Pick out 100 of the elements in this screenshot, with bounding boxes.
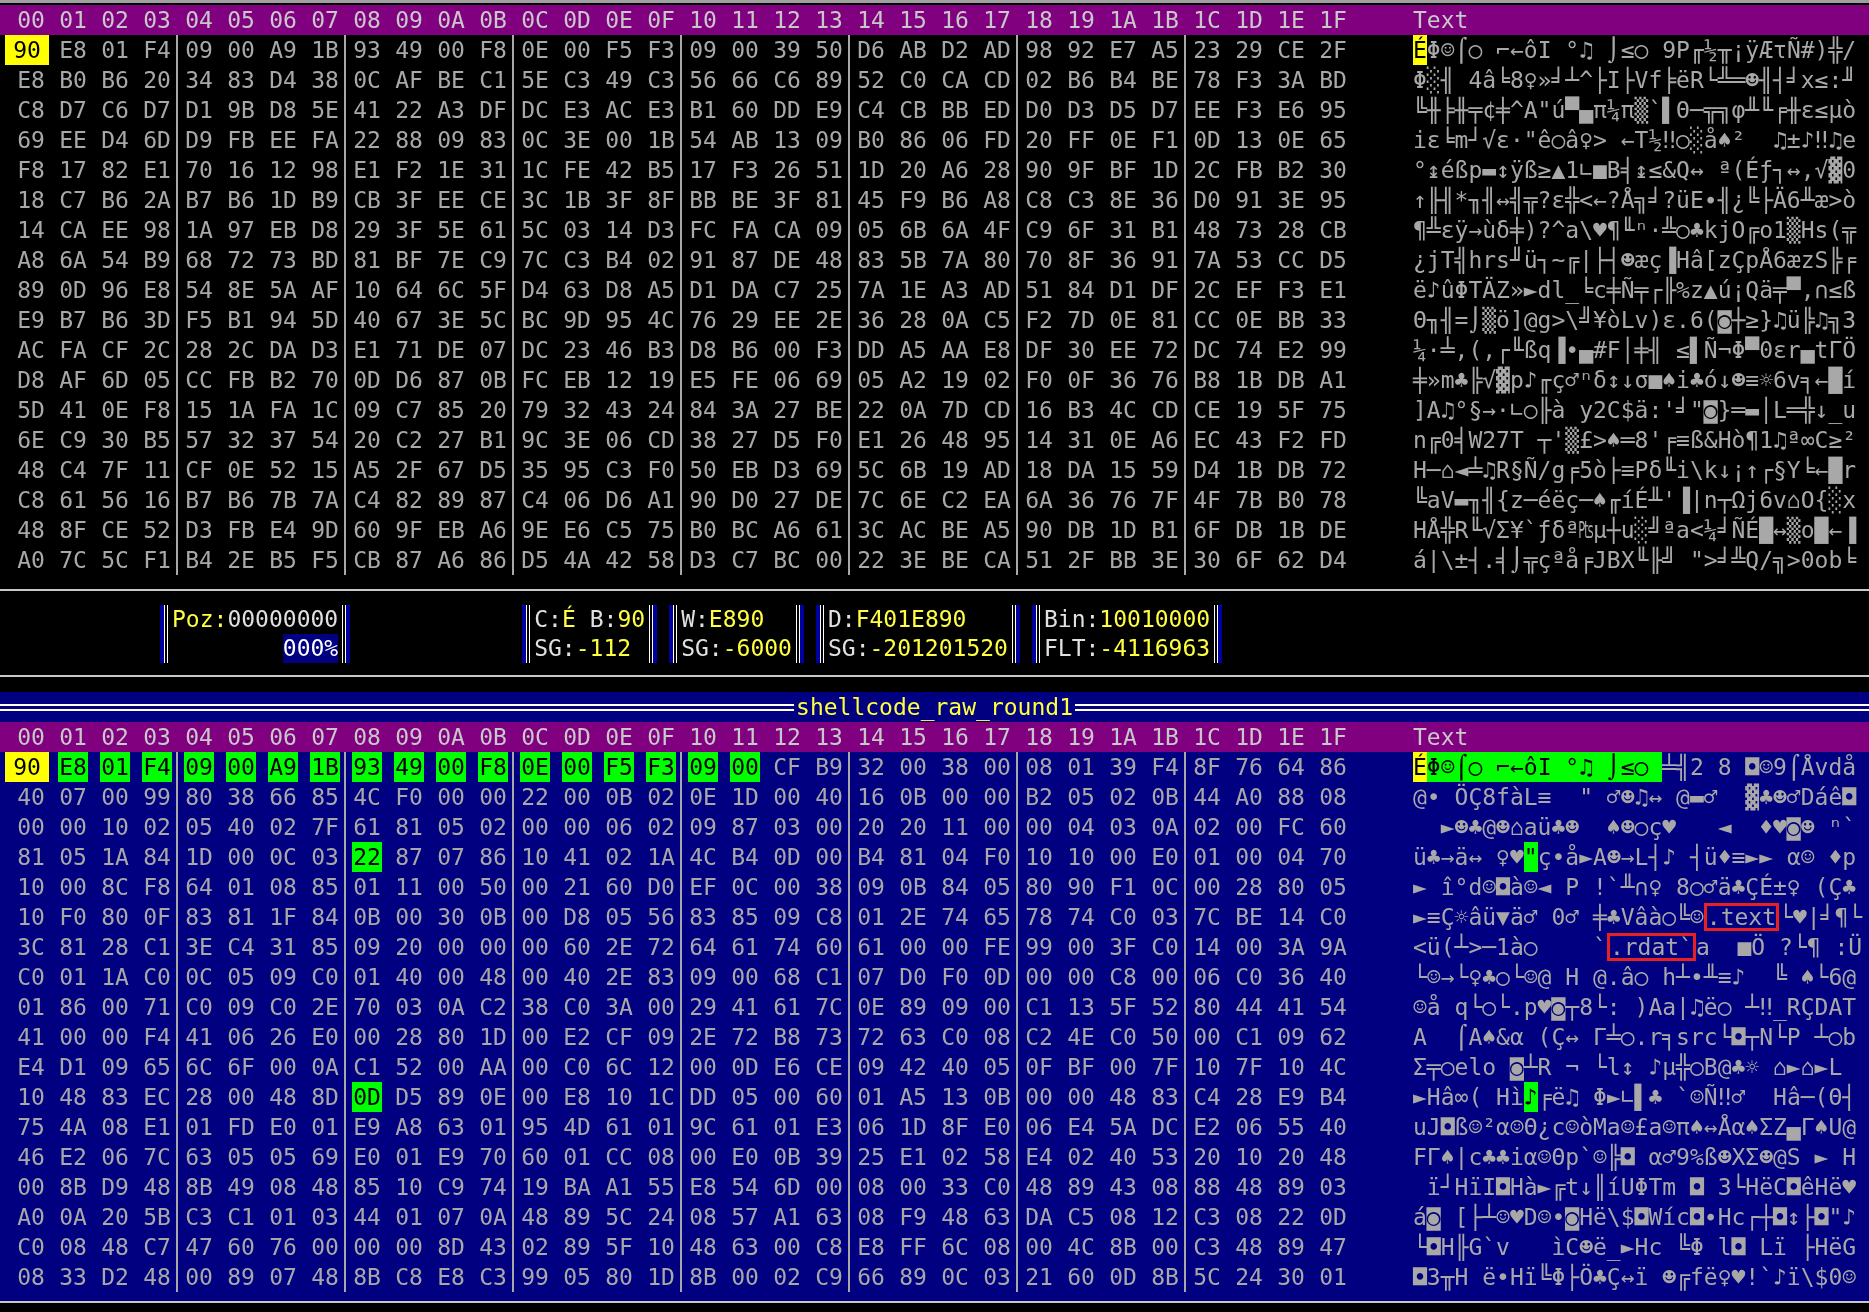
hex-cell-text: 40 (394, 963, 424, 992)
hex-cell-text: 03 (1318, 1173, 1348, 1202)
hex-cell-text: 3A (1276, 933, 1306, 962)
hex-cell-text: A5 (898, 336, 928, 365)
hex-cell-text: F5 (184, 306, 214, 335)
hex-cell-text: 81 (16, 843, 46, 872)
hex-cell-text: F3 (730, 156, 760, 185)
hex-cell-text: 70 (478, 1143, 508, 1172)
hex-cell-text: F8 (478, 36, 508, 65)
hex-cell-text: 0B (352, 903, 382, 932)
hex-cell-text: B6 (100, 66, 130, 95)
column-header: 04 (184, 6, 214, 35)
hex-cell-text: C3 (1192, 1233, 1222, 1262)
hex-cell-text: 8D (436, 1233, 466, 1262)
hex-cell-text: 00 (1108, 843, 1138, 872)
hex-cell-text: 53 (1150, 1143, 1180, 1172)
hex-cell-text: 2E (310, 993, 340, 1022)
hex-cell-text: 9C (520, 426, 550, 455)
hex-cell-text: F0 (940, 963, 970, 992)
hex-cell-text: 6E (898, 486, 928, 515)
hex-cell-text: 98 (310, 156, 340, 185)
hex-cell-text: F2 (1024, 306, 1054, 335)
hex-cell-text: DE (1318, 516, 1348, 545)
hex-cell-text: C4 (520, 486, 550, 515)
hex-cell-text: E1 (352, 336, 382, 365)
hex-cell-text: 92 (1066, 36, 1096, 65)
hex-cell-text: 41 (58, 396, 88, 425)
hex-cell-text: DC (1192, 336, 1222, 365)
hex-cell-text: 01 (352, 963, 382, 992)
hex-cell-text: 00 (100, 1023, 130, 1052)
hex-cell-text: C8 (16, 96, 46, 125)
hex-cell-text: 00 (310, 1233, 340, 1262)
hex-cell-text: 16 (1024, 396, 1054, 425)
hex-cell-text: 1A (100, 843, 130, 872)
hex-cell-text: 9B (226, 96, 256, 125)
hex-cell-text: 4C (1108, 396, 1138, 425)
column-header: 17 (982, 723, 1012, 752)
hex-cell-text: 9D (562, 306, 592, 335)
column-header: 1D (1234, 723, 1264, 752)
hex-cell-text: 00 (436, 36, 466, 65)
hex-cell-text: 00 (982, 993, 1012, 1022)
hex-cell-text: 02 (520, 1233, 550, 1262)
hex-cell-text: 88 (394, 126, 424, 155)
text-line: ╚aV▬╖╢{z─éëç─♠╓íÉ╨'▐|n┬Ωj6v⌂O{░x (1413, 485, 1857, 515)
column-header: 08 (352, 6, 382, 35)
hex-cell-text: 0D (352, 366, 382, 395)
hex-cell-text: 3E (562, 426, 592, 455)
hex-cell-text: 36 (1276, 963, 1306, 992)
hex-cell: 93 (352, 752, 382, 782)
hex-cell-text: 06 (856, 1113, 886, 1142)
hex-cell-text: 5D (16, 396, 46, 425)
hex-cell-text: CF (772, 753, 802, 782)
hex-cell-text: A8 (982, 186, 1012, 215)
hex-cell-text: 25 (856, 1143, 886, 1172)
hex-cell-text: D1 (184, 96, 214, 125)
column-header: 10 (688, 6, 718, 35)
hex-cell-text: A1 (1318, 366, 1348, 395)
column-header: 14 (856, 723, 886, 752)
hex-cell-text: 38 (520, 993, 550, 1022)
hex-cell-text: 60 (814, 1083, 844, 1112)
hex-cell-text: 6F (1192, 516, 1222, 545)
hex-cell-text: CE (1192, 396, 1222, 425)
hex-cell-text: 01 (646, 1113, 676, 1142)
hex-cell-text: D6 (394, 366, 424, 395)
hex-cell-text: 97 (226, 216, 256, 245)
hex-cell-text: 0F (142, 903, 172, 932)
hex-cell-text: F1 (1150, 126, 1180, 155)
hex-cell-text: 27 (730, 426, 760, 455)
hex-cell-text: EA (982, 486, 1012, 515)
hex-cell-text: E0 (982, 1113, 1012, 1142)
hex-cell-text: 44 (1234, 993, 1264, 1022)
hex-cell-text: 27 (772, 396, 802, 425)
hex-cell-text: 80 (1276, 873, 1306, 902)
hex-cell-text: F5 (310, 546, 340, 575)
hex-cell-text: 3A (1276, 66, 1306, 95)
hex-cell-text: A9 (268, 36, 298, 65)
hex-cell-text: 09 (100, 1053, 130, 1082)
hex-cell-text: 1B (1234, 456, 1264, 485)
hex-cell: F3 (646, 752, 676, 782)
hex-cell-text: BE (1234, 903, 1264, 932)
hex-cell-text: 89 (1276, 1173, 1306, 1202)
hex-cell-text: 13 (772, 126, 802, 155)
hex-cell-text: C7 (772, 276, 802, 305)
hex-cell-text: 71 (142, 993, 172, 1022)
hex-cell-text: 00 (646, 993, 676, 1022)
hex-cell-text: 70 (352, 993, 382, 1022)
hex-cell-text: 0D (1108, 1263, 1138, 1292)
column-header: 0E (604, 6, 634, 35)
hex-cell-text: C0 (940, 1023, 970, 1052)
hex-cell-text: 26 (898, 426, 928, 455)
hex-cell-text: 28 (1234, 873, 1264, 902)
hex-cell-text: 39 (814, 1143, 844, 1172)
hex-cell-text: C7 (58, 186, 88, 215)
text-line: n╔0╡W27T ┬'▒£>♠═8'╒≡ß&Hò¶1♫ª∞C≥² (1413, 425, 1857, 455)
column-header: 13 (814, 6, 844, 35)
hex-cell-text: 2F (1318, 36, 1348, 65)
hex-cell-text: AB (898, 36, 928, 65)
hex-cell-text: E7 (1108, 36, 1138, 65)
hex-cell-text: B7 (58, 306, 88, 335)
hex-cell-text: 0E (688, 783, 718, 812)
